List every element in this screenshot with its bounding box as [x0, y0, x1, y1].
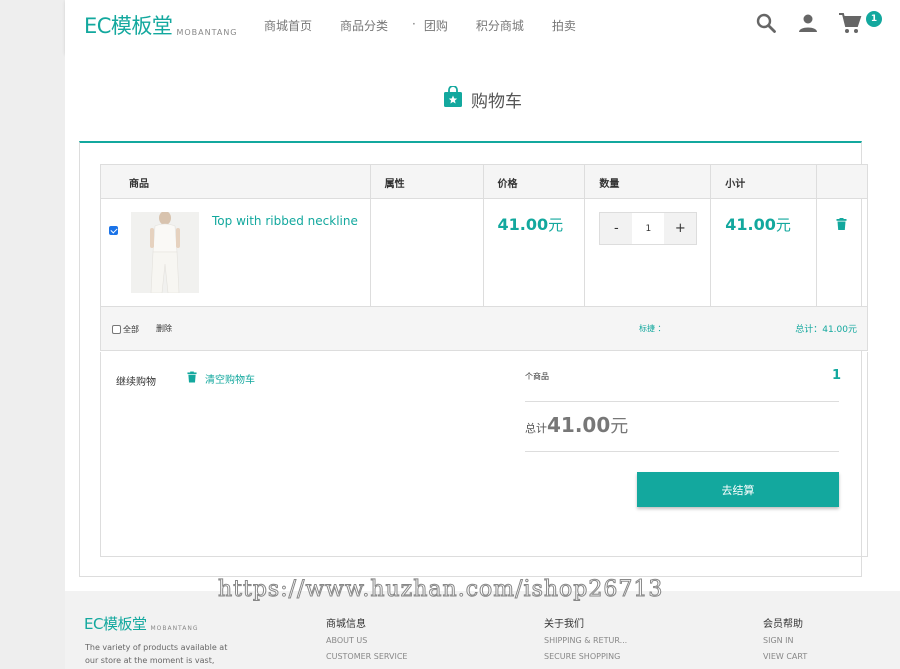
footer-col-title: 会员帮助	[763, 619, 803, 630]
cart-panel: 购物车 商品 属性 价格 数量 小计 Top with ribbed neckl…	[65, 54, 900, 591]
site-logo[interactable]: EC模板堂 MOBANTANG	[84, 10, 238, 40]
footer-total: 总计：41.00元	[795, 325, 857, 335]
footer-col-title: 商城信息	[326, 619, 366, 630]
col-header-price: 价格	[484, 165, 586, 199]
product-thumbnail[interactable]	[131, 212, 199, 293]
grand-total: 总计 41.00 元	[525, 412, 628, 438]
cart-icon[interactable]	[838, 11, 862, 39]
continue-shopping-link[interactable]: 继续购物	[116, 373, 156, 388]
table-row: Top with ribbed neckline 41.00元 - 1 + 41…	[101, 199, 867, 307]
search-icon[interactable]	[755, 12, 777, 38]
select-all-checkbox[interactable]	[112, 325, 121, 334]
table-header: 商品 属性 价格 数量 小计	[101, 165, 867, 199]
footer-link-shipping[interactable]: SHIPPING & RETUR...	[544, 636, 627, 645]
quantity-stepper: - 1 +	[599, 212, 698, 245]
footer-col-title: 关于我们	[544, 619, 584, 630]
trash-icon	[187, 371, 197, 386]
divider	[525, 451, 839, 452]
watermark-text: https://www.huzhan.com/ishop26713	[217, 577, 664, 603]
shopping-bag-icon	[443, 85, 463, 112]
col-header-quantity: 数量	[585, 165, 712, 199]
footer-link-sign-in[interactable]: SIGN IN	[763, 636, 807, 645]
footer-link-view-cart[interactable]: VIEW CART	[763, 652, 807, 661]
cart-count-badge: 1	[866, 11, 882, 27]
cart-summary: 继续购物 清空购物车 个商品 1 总计 41.00 元 去结算	[100, 352, 868, 557]
user-icon[interactable]	[797, 12, 819, 38]
footer-link-secure-shopping[interactable]: SECURE SHOPPING	[544, 652, 627, 661]
footer-description-line: our store at the moment is vast, but	[85, 656, 215, 665]
cart-card: 商品 属性 价格 数量 小计 Top with ribbed neckline …	[79, 141, 868, 577]
row-subtotal: 41.00元	[725, 214, 791, 235]
unit-price-value: 41.00	[497, 215, 549, 234]
mark-label: 标捷 ：	[639, 324, 666, 333]
quantity-decrease-button[interactable]: -	[600, 213, 633, 244]
col-header-actions	[817, 165, 867, 199]
footer-description: The variety of products available at our…	[85, 641, 230, 669]
footer-link-customer-service[interactable]: CUSTOMER SERVICE	[326, 652, 408, 661]
page-title-text: 购物车	[471, 91, 522, 112]
nav-item-points-mall[interactable]: 积分商城	[476, 17, 524, 34]
divider	[525, 401, 839, 402]
footer-logo[interactable]: EC模板堂 MOBANTANG	[84, 613, 199, 634]
col-header-attributes: 属性	[371, 165, 484, 199]
site-header: EC模板堂 MOBANTANG 商城首页 商品分类 · 团购 积分商城 拍卖 1	[65, 0, 900, 54]
attributes-cell	[371, 199, 484, 307]
nav-item-categories[interactable]: 商品分类	[340, 17, 388, 34]
row-subtotal-currency: 元	[775, 216, 791, 234]
clear-cart-link[interactable]: 清空购物车	[187, 371, 255, 386]
grand-total-value: 41.00	[547, 413, 611, 437]
unit-price-currency: 元	[548, 216, 564, 234]
clear-cart-label: 清空购物车	[205, 375, 255, 386]
table-footer: 全部 删除 标捷 ： 总计：41.00元	[101, 307, 867, 350]
item-count: 1	[832, 368, 842, 383]
checkout-button[interactable]: 去结算	[637, 472, 839, 507]
col-header-product: 商品	[101, 165, 371, 199]
nav-separator: ·	[412, 17, 416, 31]
subtotal-cell: 41.00元	[711, 199, 818, 307]
footer-logo-text: EC模板堂	[84, 615, 147, 633]
logo-subtext: MOBANTANG	[176, 28, 238, 37]
nav-item-home[interactable]: 商城首页	[264, 17, 312, 34]
grand-total-label: 总计	[525, 422, 547, 435]
nav-item-groupbuy[interactable]: 团购	[424, 17, 448, 34]
footer-link-about-us[interactable]: ABOUT US	[326, 636, 408, 645]
item-count-label: 个商品	[525, 372, 549, 381]
price-cell: 41.00元	[484, 199, 586, 307]
col-header-subtotal: 小计	[711, 165, 818, 199]
footer-description-line: The variety of products available at	[85, 643, 228, 652]
footer-col-store-info: 商城信息 ABOUT US CUSTOMER SERVICE	[326, 615, 408, 668]
delete-item-trash-icon[interactable]	[836, 215, 847, 234]
grand-total-currency: 元	[610, 416, 629, 437]
quantity-input[interactable]: 1	[632, 213, 665, 244]
cart-table: 商品 属性 价格 数量 小计 Top with ribbed neckline …	[100, 164, 868, 351]
footer-col-member-help: 会员帮助 SIGN IN VIEW CART	[763, 615, 807, 668]
product-name-link[interactable]: Top with ribbed neckline	[212, 214, 358, 228]
actions-cell	[817, 199, 867, 307]
nav-item-auction[interactable]: 拍卖	[552, 17, 576, 34]
main-nav: 商城首页 商品分类 · 团购 积分商城 拍卖	[264, 17, 604, 34]
footer-logo-subtext: MOBANTANG	[150, 625, 199, 632]
site-footer: EC模板堂 MOBANTANG The variety of products …	[65, 591, 900, 669]
quantity-increase-button[interactable]: +	[664, 213, 697, 244]
unit-price: 41.00元	[498, 214, 564, 235]
item-checkbox[interactable]	[109, 226, 118, 235]
footer-col-about: 关于我们 SHIPPING & RETUR... SECURE SHOPPING	[544, 615, 627, 668]
row-subtotal-value: 41.00	[725, 215, 776, 234]
delete-selected-link[interactable]: 删除	[156, 323, 172, 334]
quantity-cell: - 1 +	[585, 199, 712, 307]
page-title: 购物车	[443, 85, 522, 112]
product-cell: Top with ribbed neckline	[101, 199, 371, 307]
logo-text: EC模板堂	[84, 14, 173, 38]
select-all-label[interactable]: 全部	[123, 324, 139, 335]
